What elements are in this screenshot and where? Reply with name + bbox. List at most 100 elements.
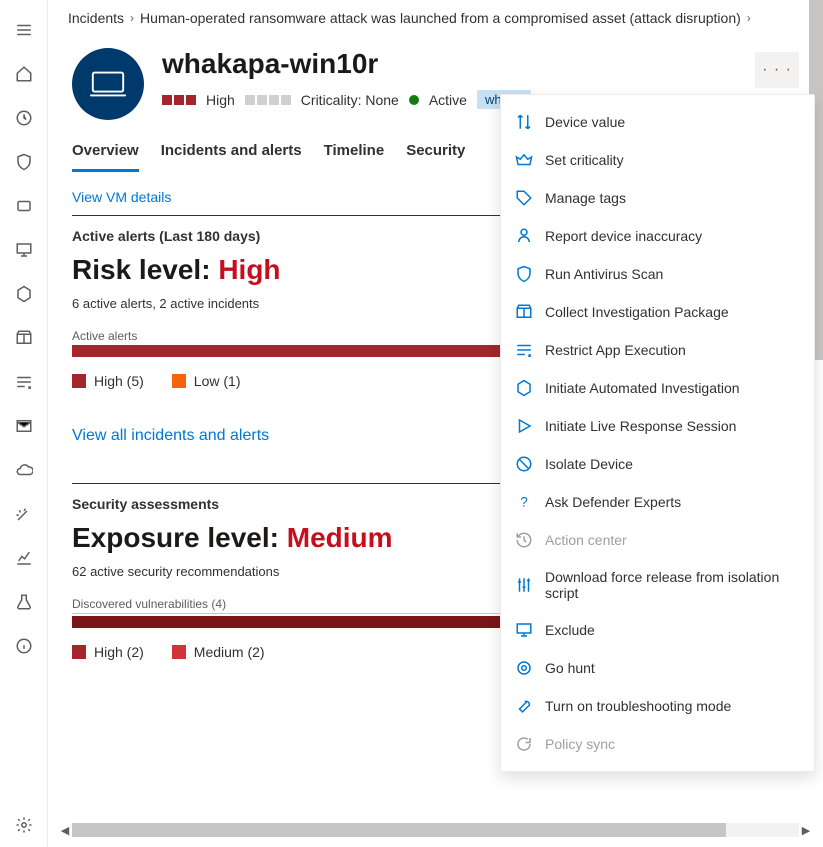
menu-item-action-center: Action center — [501, 521, 814, 559]
menu-item-label: Initiate Live Response Session — [545, 418, 736, 434]
legend-label: High (5) — [94, 373, 144, 389]
risk-indicator-squares — [162, 95, 196, 105]
block-icon — [515, 455, 533, 473]
tab-overview[interactable]: Overview — [72, 142, 139, 172]
legend-label: Low (1) — [194, 373, 241, 389]
legend-item: High (2) — [72, 644, 144, 660]
menu-item-download-force-release-from-isolation-script[interactable]: Download force release from isolation sc… — [501, 559, 814, 611]
device-avatar — [72, 48, 144, 120]
nav-info[interactable] — [0, 624, 48, 668]
legend-swatch — [172, 645, 186, 659]
legend-label: High (2) — [94, 644, 144, 660]
criticality-label: Criticality: None — [301, 92, 399, 108]
play-icon — [515, 417, 533, 435]
breadcrumb: Incidents › Human-operated ransomware at… — [48, 0, 823, 32]
menu-item-turn-on-troubleshooting-mode[interactable]: Turn on troubleshooting mode — [501, 687, 814, 725]
package-icon — [515, 303, 533, 321]
nav-shield[interactable] — [0, 140, 48, 184]
menu-item-go-hunt[interactable]: Go hunt — [501, 649, 814, 687]
menu-item-label: Download force release from isolation sc… — [545, 569, 800, 601]
status-dot-icon — [409, 95, 419, 105]
menu-item-set-criticality[interactable]: Set criticality — [501, 141, 814, 179]
menu-item-initiate-automated-investigation[interactable]: Initiate Automated Investigation — [501, 369, 814, 407]
nav-hamburger[interactable] — [0, 8, 48, 52]
menu-item-device-value[interactable]: Device value — [501, 103, 814, 141]
menu-item-label: Initiate Automated Investigation — [545, 380, 740, 396]
menu-item-label: Manage tags — [545, 190, 626, 206]
nav-cloud[interactable] — [0, 448, 48, 492]
nav-restrict[interactable] — [0, 360, 48, 404]
shield-icon — [515, 265, 533, 283]
tab-security[interactable]: Security — [406, 142, 465, 172]
history-icon — [515, 531, 533, 549]
menu-item-exclude[interactable]: Exclude — [501, 611, 814, 649]
nav-home[interactable] — [0, 52, 48, 96]
menu-item-label: Turn on troubleshooting mode — [545, 698, 731, 714]
hex-icon — [515, 379, 533, 397]
menu-item-label: Device value — [545, 114, 625, 130]
menu-item-initiate-live-response-session[interactable]: Initiate Live Response Session — [501, 407, 814, 445]
menu-item-label: Collect Investigation Package — [545, 304, 729, 320]
legend-swatch — [72, 374, 86, 388]
tab-timeline[interactable]: Timeline — [324, 142, 385, 172]
menu-item-manage-tags[interactable]: Manage tags — [501, 179, 814, 217]
nav-chart[interactable] — [0, 536, 48, 580]
menu-item-label: Go hunt — [545, 660, 595, 676]
risk-label: High — [206, 92, 235, 108]
device-name: whakapa-win10r — [162, 48, 737, 80]
menu-item-restrict-app-execution[interactable]: Restrict App Execution — [501, 331, 814, 369]
menu-item-label: Run Antivirus Scan — [545, 266, 663, 282]
menu-item-label: Set criticality — [545, 152, 624, 168]
scroll-left-arrow[interactable]: ◀ — [58, 824, 72, 837]
sliders-icon — [515, 576, 533, 594]
horizontal-scrollbar[interactable]: ◀ ▶ — [58, 823, 813, 837]
legend-item: High (5) — [72, 373, 144, 389]
restrict-icon — [515, 341, 533, 359]
chevron-right-icon: › — [747, 11, 751, 25]
crown-icon — [515, 151, 533, 169]
legend-item: Medium (2) — [172, 644, 265, 660]
wrench-icon — [515, 697, 533, 715]
nav-clock[interactable] — [0, 96, 48, 140]
menu-item-label: Isolate Device — [545, 456, 633, 472]
menu-item-isolate-device[interactable]: Isolate Device — [501, 445, 814, 483]
breadcrumb-incidents[interactable]: Incidents — [68, 10, 124, 26]
sync-icon — [515, 735, 533, 753]
status-label: Active — [429, 92, 467, 108]
nav-hex[interactable] — [0, 272, 48, 316]
menu-item-policy-sync: Policy sync — [501, 725, 814, 763]
menu-item-label: Action center — [545, 532, 627, 548]
menu-item-label: Exclude — [545, 622, 595, 638]
legend-label: Medium (2) — [194, 644, 265, 660]
more-actions-button[interactable]: · · · — [755, 52, 799, 88]
menu-item-label: Ask Defender Experts — [545, 494, 681, 510]
breadcrumb-incident-title[interactable]: Human-operated ransomware attack was lau… — [140, 10, 741, 26]
nav-gear[interactable] — [0, 803, 48, 847]
menu-item-label: Restrict App Execution — [545, 342, 686, 358]
nav-monitor[interactable] — [0, 228, 48, 272]
nav-lab[interactable] — [0, 580, 48, 624]
scroll-thumb[interactable] — [72, 823, 726, 837]
criticality-indicator-squares — [245, 95, 291, 105]
nav-card[interactable] — [0, 184, 48, 228]
tag-icon — [515, 189, 533, 207]
monitor-icon — [515, 621, 533, 639]
legend-swatch — [172, 374, 186, 388]
menu-item-report-device-inaccuracy[interactable]: Report device inaccuracy — [501, 217, 814, 255]
chevron-right-icon: › — [130, 11, 134, 25]
tab-incidents-and-alerts[interactable]: Incidents and alerts — [161, 142, 302, 172]
menu-item-collect-investigation-package[interactable]: Collect Investigation Package — [501, 293, 814, 331]
sort-icon — [515, 113, 533, 131]
menu-item-ask-defender-experts[interactable]: Ask Defender Experts — [501, 483, 814, 521]
nav-mail[interactable] — [0, 404, 48, 448]
left-nav-rail — [0, 0, 48, 847]
question-icon — [515, 493, 533, 511]
nav-package[interactable] — [0, 316, 48, 360]
menu-item-label: Report device inaccuracy — [545, 228, 702, 244]
scroll-right-arrow[interactable]: ▶ — [799, 824, 813, 837]
device-actions-menu: Device value Set criticality Manage tags Re… — [500, 94, 815, 772]
menu-item-run-antivirus-scan[interactable]: Run Antivirus Scan — [501, 255, 814, 293]
target-icon — [515, 659, 533, 677]
legend-item: Low (1) — [172, 373, 241, 389]
nav-wand[interactable] — [0, 492, 48, 536]
